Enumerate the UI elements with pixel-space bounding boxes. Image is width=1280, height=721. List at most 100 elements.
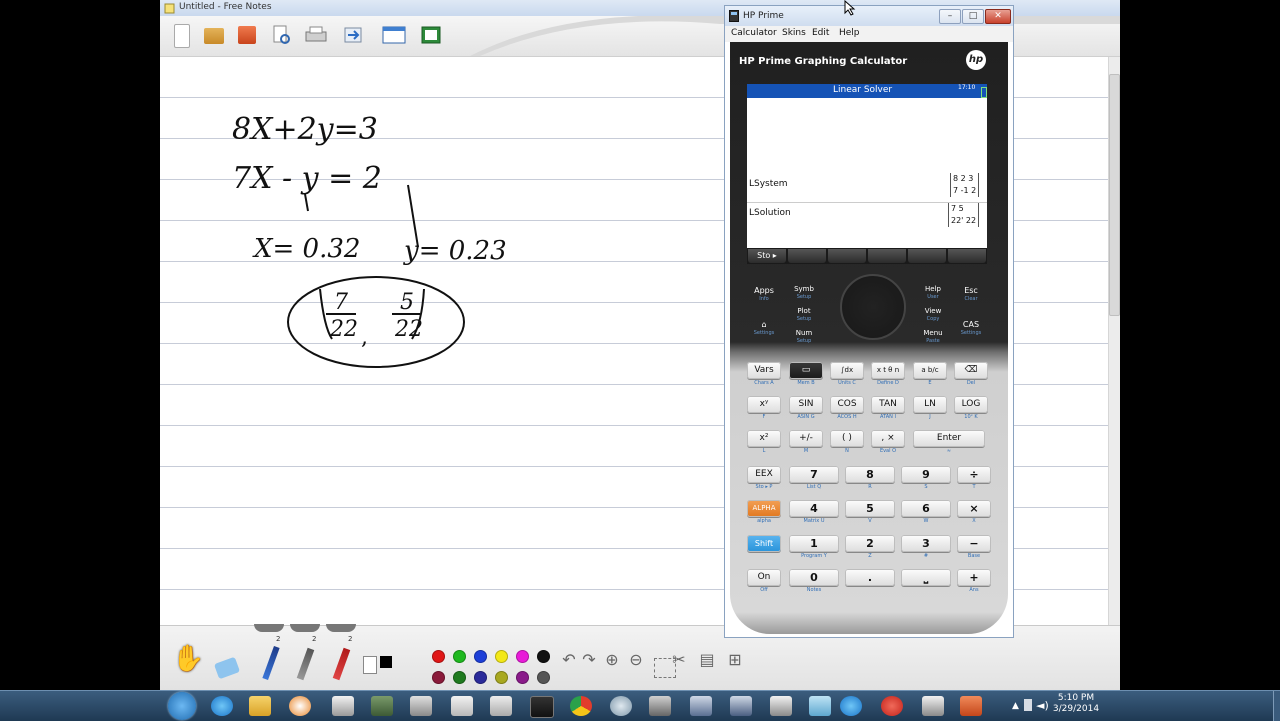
calculator-taskbar-icon[interactable] [410,696,432,716]
ln-key[interactable]: LN [913,396,947,413]
menu-help[interactable]: Help [839,28,860,38]
app-icon-5[interactable] [770,696,792,716]
text-tool-icon[interactable] [363,656,377,674]
add-page-icon[interactable]: ⊞ [726,650,744,670]
taskbar-clock[interactable]: 5:10 PM 3/29/2014 [1048,693,1104,715]
color-yellow[interactable] [495,650,508,663]
pen-blue-icon[interactable] [262,645,280,681]
color-magenta[interactable] [516,650,529,663]
esc-key[interactable]: Esc Clear [952,286,990,303]
network-tray-icon[interactable] [1024,699,1032,711]
internet-explorer-2-icon[interactable] [840,696,862,716]
color-red[interactable] [432,650,445,663]
apps-key[interactable]: Apps Info [745,286,783,303]
shift-key[interactable]: Shift [747,535,781,552]
help-key[interactable]: Help User [914,284,952,301]
view-key[interactable]: View Copy [914,306,952,323]
key-6[interactable]: 6 [901,500,951,517]
menu-edit[interactable]: Edit [812,28,829,38]
file-explorer-icon[interactable] [249,696,271,716]
xtn-key[interactable]: x t θ n [871,362,905,379]
scissors-icon[interactable]: ✂ [670,650,688,670]
fraction-key[interactable]: a b/c [913,362,947,379]
comma-key[interactable]: , × [871,430,905,447]
menu-key[interactable]: Menu Paste [914,328,952,345]
key-2[interactable]: 2 [845,535,895,552]
key-3[interactable]: 3 [901,535,951,552]
softkey-3[interactable] [828,249,866,263]
close-button[interactable]: ✕ [985,9,1011,24]
log-key[interactable]: LOG [954,396,988,413]
minus-key[interactable]: − [957,535,991,552]
tan-key[interactable]: TAN [871,396,905,413]
home-key[interactable]: ⌂ Settings [745,320,783,337]
tray-arrow-icon[interactable]: ▲ [1012,701,1019,711]
document-icon[interactable] [451,696,473,716]
decimal-key[interactable]: . [845,569,895,586]
color-blue[interactable] [474,650,487,663]
color-black[interactable] [537,650,550,663]
on-key[interactable]: On [747,569,781,586]
cos-key[interactable]: COS [830,396,864,413]
undo-icon[interactable]: ↶ [560,650,578,670]
key-9[interactable]: 9 [901,466,951,483]
menu-calculator[interactable]: Calculator [731,28,777,38]
new-file-icon[interactable] [174,24,190,48]
sin-key[interactable]: SIN [789,396,823,413]
zoom-out-icon[interactable]: ⊖ [627,650,645,670]
start-button[interactable] [168,692,196,720]
webcam-icon[interactable] [610,696,632,716]
open-folder-icon[interactable] [204,28,224,44]
insert-page-icon[interactable]: ▤ [698,650,716,670]
powerpoint-icon[interactable] [960,696,982,716]
color-swatch-black-icon[interactable] [380,656,392,668]
color-green[interactable] [453,650,466,663]
color-gray[interactable] [537,671,550,684]
eraser-icon[interactable] [213,656,241,680]
save-icon[interactable] [238,26,256,44]
hp-prime-taskbar-icon[interactable] [530,696,554,718]
space-key[interactable]: ⎵ [901,569,951,586]
app-icon-3[interactable] [649,696,671,716]
network-app-icon[interactable] [690,696,712,716]
color-dark-red[interactable] [432,671,445,684]
minimize-button[interactable]: – [939,9,961,24]
menu-skins[interactable]: Skins [782,28,806,38]
app-icon-7[interactable] [922,696,944,716]
pen-tab-2[interactable] [290,624,320,632]
softkey-6[interactable] [948,249,986,263]
enter-key[interactable]: Enter [913,430,985,447]
pen-tab-3[interactable] [326,624,356,632]
zoom-in-icon[interactable]: ⊕ [603,650,621,670]
symb-key[interactable]: Symb Setup [785,284,823,301]
key-7[interactable]: 7 [789,466,839,483]
key-0[interactable]: 0 [789,569,839,586]
softkey-4[interactable] [868,249,906,263]
eex-key[interactable]: EEX [747,466,781,483]
volume-icon[interactable]: ◄) [1036,699,1049,712]
softkey-sto[interactable]: Sto ▸ [748,249,786,263]
power-key[interactable]: xʸ [747,396,781,413]
color-purple[interactable] [516,671,529,684]
print-preview-icon[interactable] [272,24,290,46]
softkey-2[interactable] [788,249,826,263]
num-key[interactable]: Num Setup [785,328,823,345]
direction-pad[interactable] [840,274,906,340]
maximize-button[interactable]: □ [962,9,984,24]
window-icon[interactable] [382,24,406,46]
key-1[interactable]: 1 [789,535,839,552]
internet-explorer-icon[interactable] [211,696,233,716]
key-5[interactable]: 5 [845,500,895,517]
marker-red-icon[interactable] [332,647,351,681]
notes-scroll-thumb[interactable] [1109,74,1120,316]
notepad-icon[interactable] [490,696,512,716]
cas-key[interactable]: CAS Settings [952,320,990,337]
capture-icon[interactable] [421,24,441,46]
redo-icon[interactable]: ↷ [580,650,598,670]
color-dark-green[interactable] [453,671,466,684]
pen-tab-1[interactable] [254,624,284,632]
key-4[interactable]: 4 [789,500,839,517]
app-icon-6[interactable] [809,696,831,716]
hp-title-bar[interactable]: HP Prime – □ ✕ [725,6,1013,26]
softkey-5[interactable] [908,249,946,263]
